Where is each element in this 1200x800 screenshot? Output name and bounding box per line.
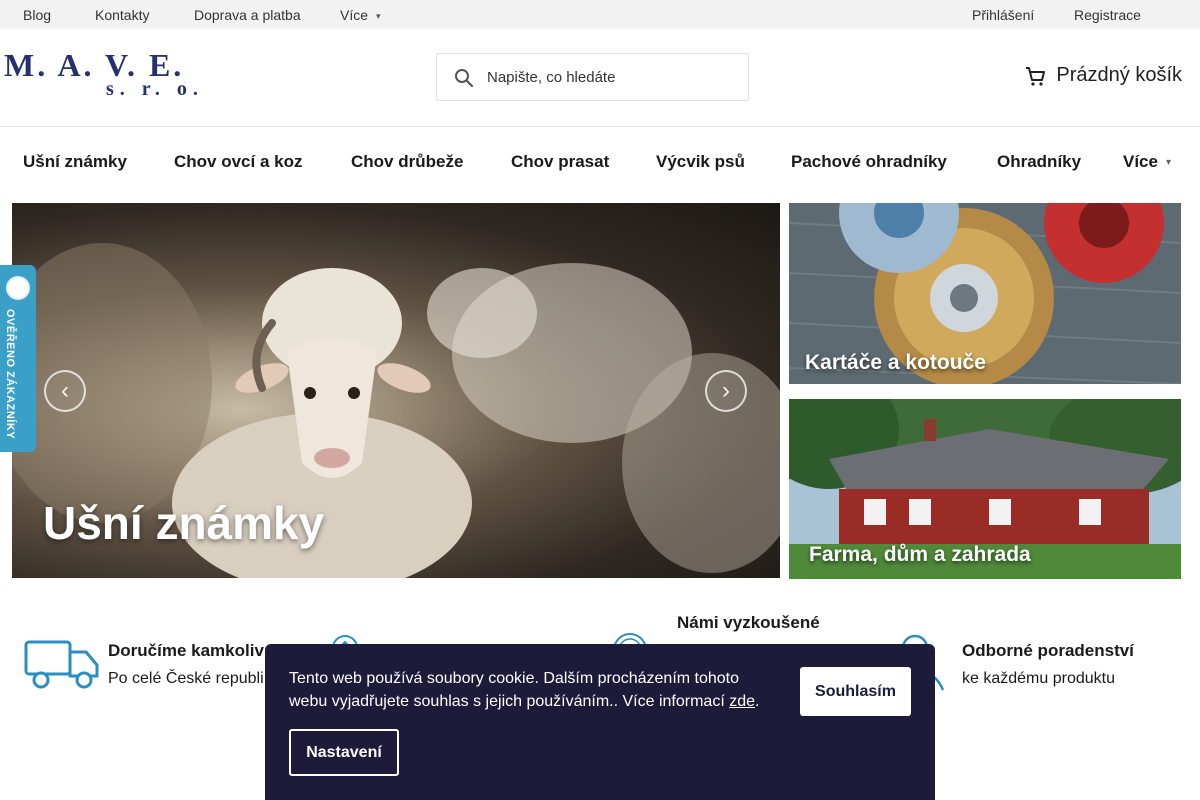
badge-text: OVĚŘENO ZÁKAZNÍKY [4,309,16,440]
nav-more-label: Více [1123,152,1158,171]
cookie-text-end: . [755,693,760,710]
nav-item-ear-tags[interactable]: Ušní známky [23,152,127,172]
topbar-more-label: Více [340,7,369,23]
cart-button[interactable]: Prázdný košík [1024,64,1182,87]
search-input[interactable] [487,64,737,90]
seal-icon [6,276,30,300]
truck-icon [24,640,99,689]
promo-farm-title: Farma, dům a zahrada [809,543,1031,566]
topbar-link-more[interactable]: Více ▾ [340,7,381,23]
logo-line1: M. A. V. E. [4,47,185,83]
promo-farm[interactable]: Farma, dům a zahrada [789,399,1181,579]
logo-line2: s. r. o. [106,78,204,100]
nav-item-more[interactable]: Více ▾ [1123,152,1171,172]
promo-brushes[interactable]: Kartáče a kotouče [789,203,1181,384]
login-link[interactable]: Přihlášení [972,7,1034,23]
cookie-message: Tento web používá soubory cookie. Dalším… [289,667,779,713]
nav-item-electric-fences[interactable]: Ohradníky [997,152,1081,172]
hero-title: Ušní známky [43,497,325,549]
feature-delivery-subtitle: Po celé České republi [108,670,264,687]
header-divider [0,126,1200,127]
feature-delivery: Doručíme kamkoliv Po celé České republi [108,641,264,688]
feature-tested: Námi vyzkoušené [677,613,820,633]
hero-slider[interactable]: ‹ › Ušní známky [12,203,780,578]
chevron-down-icon: ▾ [1165,157,1172,168]
nav-item-poultry[interactable]: Chov drůbeže [351,152,463,172]
cookie-banner: Tento web používá soubory cookie. Dalším… [265,644,935,800]
chevron-down-icon: ▾ [376,11,381,21]
slider-prev-button[interactable]: ‹ [44,370,86,412]
nav-item-pigs[interactable]: Chov prasat [511,152,609,172]
slider-next-button[interactable]: › [705,370,747,412]
feature-tested-title: Námi vyzkoušené [677,613,820,632]
topbar-link-shipping[interactable]: Doprava a platba [194,7,301,23]
logo[interactable]: M. A. V. E. s. r. o. [4,47,198,100]
promo-brushes-title: Kartáče a kotouče [805,351,986,374]
cookie-agree-button[interactable]: Souhlasím [800,667,911,716]
cookie-text: Tento web používá soubory cookie. Dalším… [289,670,740,710]
topbar-link-contacts[interactable]: Kontakty [95,7,149,23]
top-bar: Blog Kontakty Doprava a platba Více ▾ Při… [0,0,1200,29]
chevron-left-icon: ‹ [61,377,69,404]
search-icon[interactable] [454,68,474,88]
topbar-link-blog[interactable]: Blog [23,7,51,23]
nav-item-dog-training[interactable]: Výcvik psů [656,152,745,172]
feature-advice: Odborné poradenství ke každému produktu [962,641,1134,688]
feature-advice-title: Odborné poradenství [962,641,1134,660]
cookie-more-link[interactable]: zde [729,693,755,710]
cookie-settings-button[interactable]: Nastavení [289,729,399,776]
feature-delivery-title: Doručíme kamkoliv [108,641,264,660]
search-box [436,53,749,101]
cart-label: Prázdný košík [1056,64,1182,86]
register-link[interactable]: Registrace [1074,7,1141,23]
feature-advice-subtitle: ke každému produktu [962,670,1115,687]
verified-customers-badge[interactable]: OVĚŘENO ZÁKAZNÍKY [0,265,36,452]
cart-icon [1026,66,1046,86]
nav-item-scent-fences[interactable]: Pachové ohradníky [791,152,947,172]
chevron-right-icon: › [722,377,730,404]
nav-item-sheep-goats[interactable]: Chov ovcí a koz [174,152,302,172]
